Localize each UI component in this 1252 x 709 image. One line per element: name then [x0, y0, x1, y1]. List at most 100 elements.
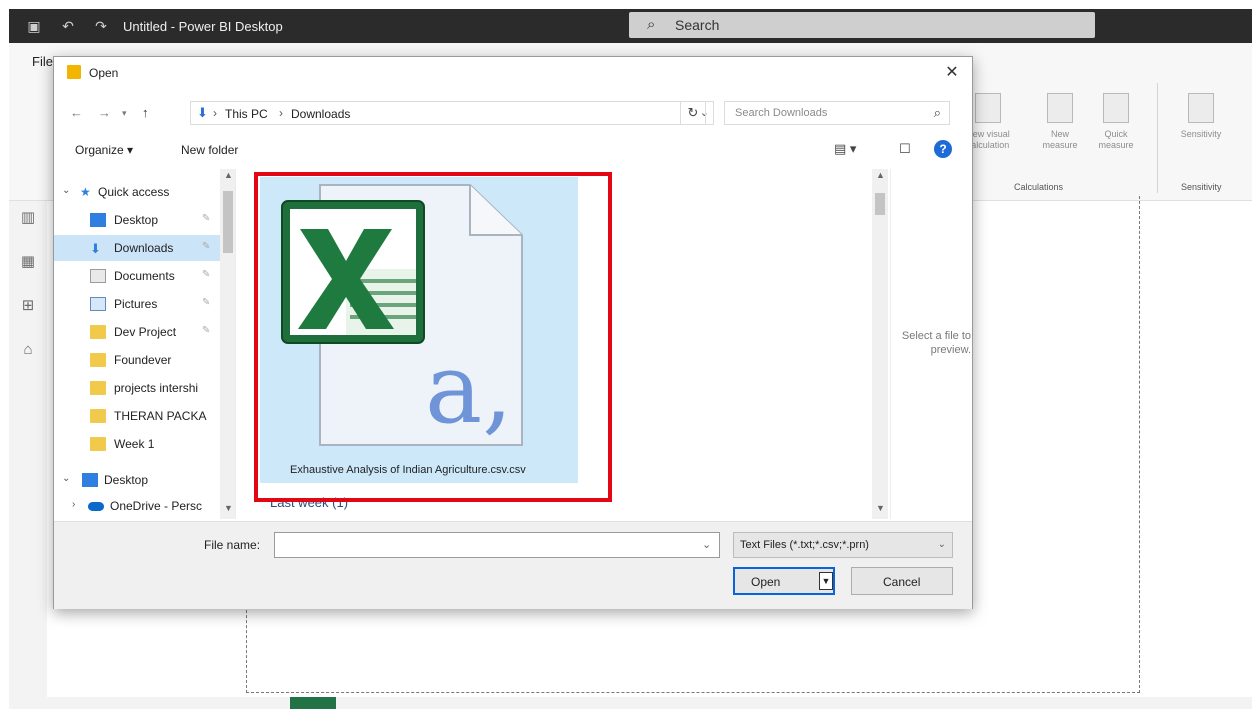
cancel-button[interactable]: Cancel: [851, 567, 953, 595]
forward-arrow-icon[interactable]: →: [98, 105, 111, 120]
command-bar: Organize ▾ New folder ▤ ▾ ☐ ?: [54, 135, 972, 167]
scroll-thumb[interactable]: [223, 191, 233, 253]
back-arrow-icon[interactable]: ←: [70, 105, 83, 120]
download-icon: ⬇: [197, 105, 208, 120]
open-options-dropdown-icon[interactable]: ▼: [819, 572, 833, 590]
sensitivity-button[interactable]: Sensitivity: [1176, 93, 1226, 140]
preview-message: Select a file to preview.: [901, 330, 971, 356]
open-file-dialog: Open ✕ ← → ▾ ↑ ⬇ › This PC › Downloads ⌄…: [53, 56, 973, 609]
address-bar[interactable]: ⬇ › This PC › Downloads ⌄: [190, 101, 714, 125]
file-item[interactable]: a, Exhaustive Analysis of Indian Agricul…: [260, 177, 578, 483]
change-view-icon[interactable]: ▤ ▾: [834, 141, 856, 157]
folder-icon: [90, 353, 106, 367]
sensitivity-icon: [1188, 93, 1214, 123]
desktop-folder-icon: [90, 213, 106, 227]
file-name-input[interactable]: [274, 532, 720, 558]
preview-pane: Select a file to preview.: [890, 169, 972, 519]
file-type-filter[interactable]: Text Files (*.txt;*.csv;*.prn) ⌄: [733, 532, 953, 558]
model-view-icon[interactable]: ⊞: [19, 297, 37, 315]
pin-icon: ✎: [202, 297, 211, 308]
save-icon[interactable]: ▣: [26, 18, 42, 34]
download-icon: ⬇: [90, 241, 101, 256]
nav-item-documents[interactable]: Documents ✎: [54, 263, 220, 289]
nav-item-desktop-root[interactable]: ⌄ Desktop: [54, 467, 220, 493]
pin-icon: ✎: [202, 325, 211, 336]
search-downloads-input[interactable]: Search Downloads ⌕: [724, 101, 950, 125]
chevron-down-icon[interactable]: ⌄: [62, 185, 70, 196]
new-folder-button[interactable]: New folder: [181, 143, 238, 157]
report-view-icon[interactable]: ▥: [19, 209, 37, 227]
nav-item-pictures[interactable]: Pictures ✎: [54, 291, 220, 317]
address-row: ← → ▾ ↑ ⬇ › This PC › Downloads ⌄ ↻ Sear…: [54, 95, 972, 131]
fx-icon: [975, 93, 1001, 123]
file-name-label-static: File name:: [204, 538, 261, 552]
page-tab-active[interactable]: [290, 697, 336, 709]
documents-icon: [90, 269, 106, 283]
dax-query-view-icon[interactable]: ⌂: [19, 341, 37, 359]
file-pane-scrollbar[interactable]: ▲ ▼: [872, 169, 888, 519]
scroll-up-icon[interactable]: ▲: [224, 170, 233, 180]
chevron-down-icon[interactable]: ⌄: [702, 538, 711, 551]
nav-item-quick-access[interactable]: ⌄ ★ Quick access: [54, 179, 220, 205]
view-switcher: ▥ ▦ ⊞ ⌂: [9, 201, 47, 709]
pictures-icon: [90, 297, 106, 311]
app-search-label: Search: [675, 17, 720, 33]
organize-button[interactable]: Organize ▾: [75, 143, 133, 157]
page-tabs-bar: [47, 697, 1252, 709]
group-header[interactable]: Last week (1): [270, 495, 348, 510]
nav-item-desktop[interactable]: Desktop ✎: [54, 207, 220, 233]
up-arrow-icon[interactable]: ↑: [142, 105, 149, 120]
recent-locations-icon[interactable]: ▾: [122, 108, 127, 119]
nav-item-theran-packa[interactable]: THERAN PACKA: [54, 403, 220, 429]
new-measure-button[interactable]: New measure: [1035, 93, 1085, 151]
preview-pane-icon[interactable]: ☐: [899, 141, 911, 157]
table-view-icon[interactable]: ▦: [19, 253, 37, 271]
open-button[interactable]: Open ▼: [733, 567, 835, 595]
file-tab[interactable]: File: [32, 54, 53, 69]
app-search-box[interactable]: ⌕ Search: [629, 12, 1095, 38]
nav-item-dev-project[interactable]: Dev Project ✎: [54, 319, 220, 345]
nav-item-foundever[interactable]: Foundever: [54, 347, 220, 373]
search-icon: ⌕: [933, 105, 941, 120]
dialog-footer: File name: ⌄ Text Files (*.txt;*.csv;*.p…: [54, 521, 972, 609]
pin-icon: ✎: [202, 213, 211, 224]
excel-csv-file-icon: a,: [281, 184, 523, 446]
cloud-icon: [88, 502, 104, 511]
desktop-icon: [82, 473, 98, 487]
close-button[interactable]: ✕: [940, 61, 964, 85]
pin-icon: ✎: [202, 269, 211, 280]
folder-icon: [90, 381, 106, 395]
redo-icon[interactable]: ↷: [93, 18, 109, 34]
chevron-down-icon[interactable]: ⌄: [62, 473, 70, 484]
file-list-pane: a, Exhaustive Analysis of Indian Agricul…: [240, 169, 874, 519]
quick-measure-button[interactable]: Quick measure: [1091, 93, 1141, 151]
navigation-pane: ⌄ ★ Quick access Desktop ✎ ⬇ Downloads ✎…: [54, 169, 236, 519]
breadcrumb-this-pc[interactable]: This PC: [225, 107, 268, 121]
nav-item-onedrive[interactable]: › OneDrive - Persc: [54, 493, 220, 519]
quick-calculator-icon: [1103, 93, 1129, 123]
folder-icon: [90, 325, 106, 339]
nav-pane-scrollbar[interactable]: ▲ ▼: [220, 169, 235, 519]
refresh-button[interactable]: ↻: [680, 101, 706, 125]
search-icon: ⌕: [647, 16, 656, 33]
scroll-down-icon[interactable]: ▼: [224, 503, 233, 513]
chevron-down-icon: ⌄: [937, 539, 946, 550]
calculations-group-label: Calculations: [1014, 182, 1064, 192]
undo-icon[interactable]: ↶: [60, 18, 76, 34]
svg-text:a,: a,: [425, 333, 513, 445]
scroll-down-icon[interactable]: ▼: [876, 503, 885, 513]
dialog-titlebar: Open ✕: [54, 57, 972, 89]
nav-item-projects-internship[interactable]: projects intershi: [54, 375, 220, 401]
scroll-thumb[interactable]: [875, 193, 885, 215]
scroll-up-icon[interactable]: ▲: [876, 170, 885, 180]
nav-item-week-1[interactable]: Week 1: [54, 431, 220, 457]
power-bi-icon: [67, 65, 81, 79]
dialog-title: Open: [89, 66, 119, 80]
ribbon-separator: [1157, 83, 1158, 193]
help-icon[interactable]: ?: [934, 140, 952, 158]
chevron-right-icon[interactable]: ›: [72, 499, 75, 510]
breadcrumb-downloads[interactable]: Downloads: [291, 107, 350, 121]
nav-item-downloads[interactable]: ⬇ Downloads ✎: [54, 235, 220, 261]
star-icon: ★: [80, 185, 91, 199]
app-title: Untitled - Power BI Desktop: [123, 19, 283, 34]
